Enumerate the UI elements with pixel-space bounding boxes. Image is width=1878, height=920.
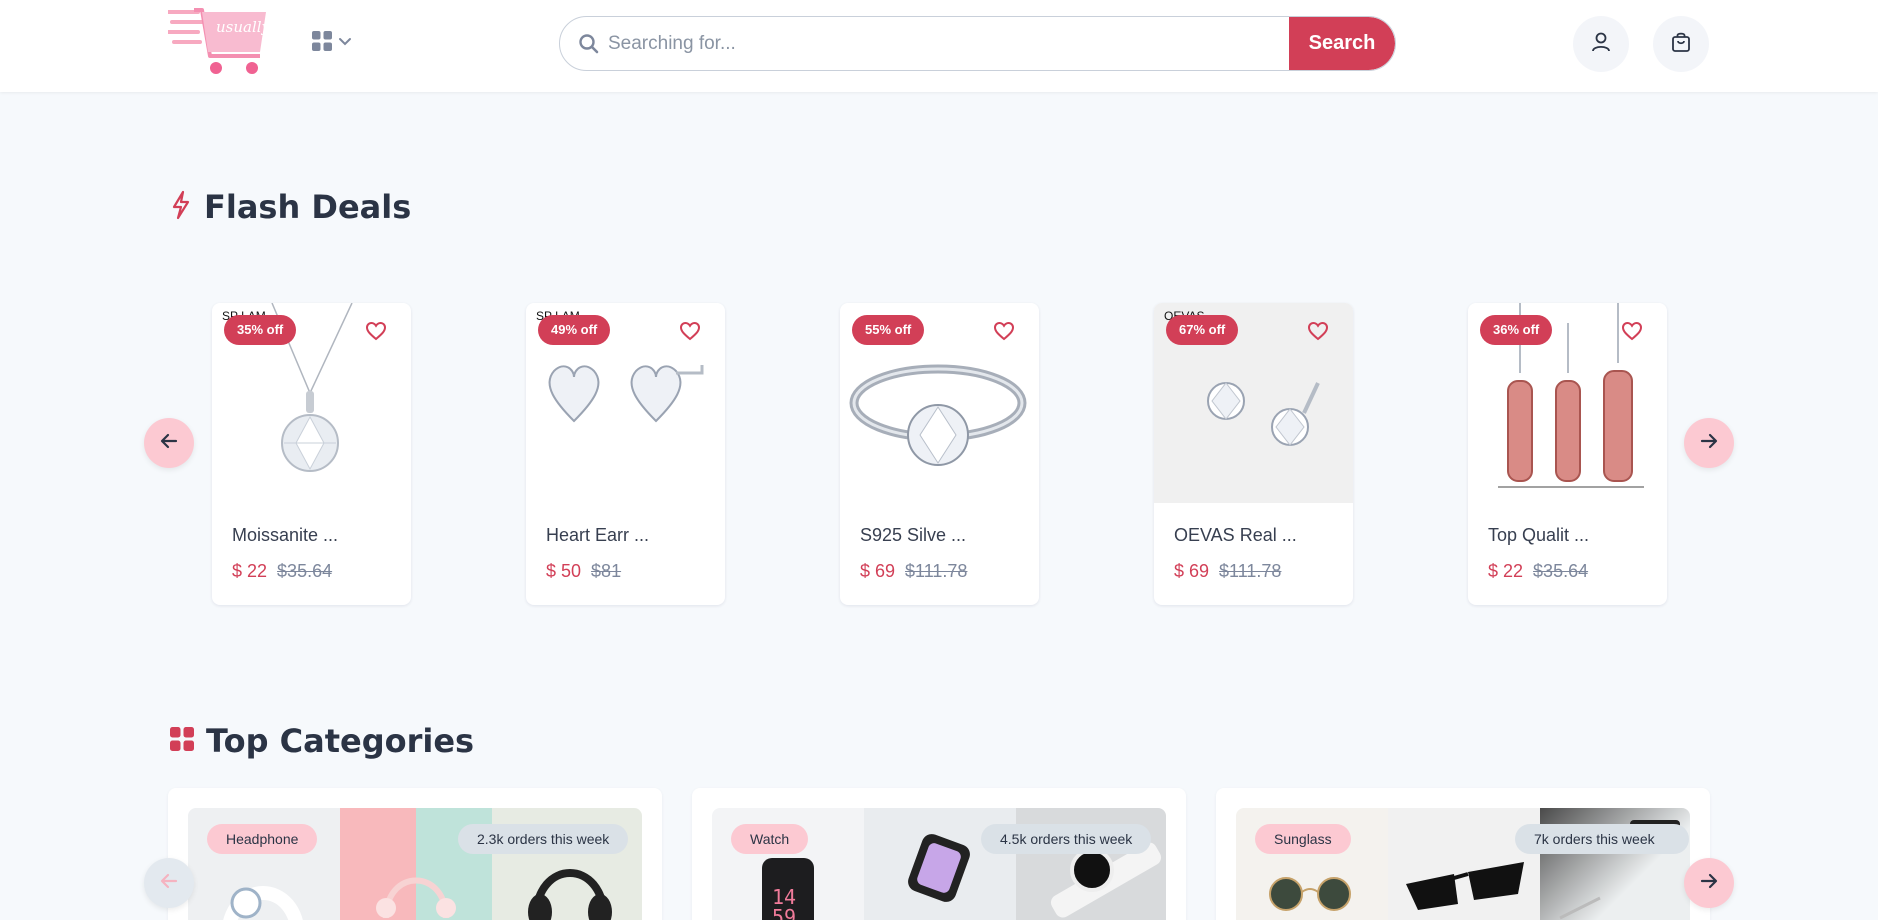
product-price: $ 22 $35.64 <box>232 561 332 582</box>
discount-badge: 55% off <box>852 315 925 345</box>
orders-this-week-chip: 2.3k orders this week <box>458 824 629 854</box>
discount-badge: 49% off <box>538 315 611 345</box>
current-price: $ 69 <box>860 561 896 581</box>
lightning-icon <box>170 190 192 225</box>
heart-icon[interactable] <box>679 321 701 346</box>
chevron-down-icon <box>338 34 352 52</box>
current-price: $ 69 <box>1174 561 1210 581</box>
category-label-chip: Headphone <box>207 824 318 854</box>
heart-icon[interactable] <box>993 321 1015 346</box>
current-price: $ 22 <box>1488 561 1524 581</box>
orders-this-week-chip: 4.5k orders this week <box>981 824 1152 854</box>
product-name[interactable]: Moissanite ... <box>232 525 338 546</box>
cart-button[interactable] <box>1653 16 1709 72</box>
arrow-right-icon <box>1699 431 1719 456</box>
site-header: usually Search <box>0 0 1878 92</box>
category-label-chip: Watch <box>731 824 809 854</box>
user-icon <box>1589 30 1613 59</box>
search-bar: Search <box>559 16 1396 71</box>
discount-badge: 36% off <box>1480 315 1553 345</box>
brand-logo[interactable]: usually <box>166 2 271 80</box>
category-card[interactable] <box>168 788 662 920</box>
product-name[interactable]: Heart Earr ... <box>546 525 649 546</box>
product-card[interactable]: SP LAM 49% off Heart Earr ... $ 50 $81 <box>526 303 725 605</box>
category-card[interactable] <box>1216 788 1710 920</box>
product-name[interactable]: S925 Silve ... <box>860 525 966 546</box>
product-name[interactable]: Top Qualit ... <box>1488 525 1589 546</box>
categories-prev-button[interactable] <box>144 858 194 908</box>
original-price: $111.78 <box>905 561 968 581</box>
shopping-bag-icon <box>1669 30 1693 59</box>
svg-text:59: 59 <box>772 905 796 920</box>
arrow-left-icon <box>159 431 179 456</box>
heart-icon[interactable] <box>1621 321 1643 346</box>
arrow-right-icon <box>1699 871 1719 896</box>
product-price: $ 22 $35.64 <box>1488 561 1588 582</box>
top-categories-title: Top Categories <box>206 722 475 760</box>
product-card[interactable]: SP LAM 35% off Moissanite ... $ 22 $35.6… <box>212 303 411 605</box>
heart-icon[interactable] <box>365 321 387 346</box>
account-button[interactable] <box>1573 16 1629 72</box>
product-price: $ 50 $81 <box>546 561 621 582</box>
original-price: $111.78 <box>1219 561 1282 581</box>
grid-icon <box>312 30 332 56</box>
logo-text: usually <box>216 18 268 36</box>
heart-icon[interactable] <box>1307 321 1329 346</box>
flash-deals-next-button[interactable] <box>1684 418 1734 468</box>
flash-deals-header: Flash Deals <box>170 188 411 226</box>
top-categories-header: Top Categories <box>170 722 474 760</box>
grid-icon <box>170 726 194 756</box>
orders-this-week-chip: 7k orders this week <box>1515 824 1689 854</box>
flash-deals-title: Flash Deals <box>204 188 412 226</box>
product-price: $ 69 $111.78 <box>1174 561 1281 582</box>
category-label-chip: Sunglass <box>1255 824 1351 854</box>
product-name[interactable]: OEVAS Real ... <box>1174 525 1297 546</box>
original-price: $35.64 <box>277 561 333 581</box>
original-price: $35.64 <box>1533 561 1589 581</box>
product-card[interactable]: OEVAS 67% off OEVAS Real ... $ 69 $111.7… <box>1154 303 1353 605</box>
search-input[interactable] <box>608 17 1238 70</box>
search-icon <box>578 33 600 60</box>
search-button[interactable]: Search <box>1289 17 1395 70</box>
categories-next-button[interactable] <box>1684 858 1734 908</box>
current-price: $ 50 <box>546 561 582 581</box>
discount-badge: 67% off <box>1166 315 1239 345</box>
product-card[interactable]: 55% off S925 Silve ... $ 69 $111.78 <box>840 303 1039 605</box>
flash-deals-prev-button[interactable] <box>144 418 194 468</box>
original-price: $81 <box>591 561 622 581</box>
product-price: $ 69 $111.78 <box>860 561 967 582</box>
category-card[interactable]: 14 59 <box>692 788 1186 920</box>
arrow-left-icon <box>159 871 179 896</box>
current-price: $ 22 <box>232 561 268 581</box>
discount-badge: 35% off <box>224 315 297 345</box>
product-card[interactable]: 36% off Top Qualit ... $ 22 $35.64 <box>1468 303 1667 605</box>
category-menu-toggle[interactable] <box>312 30 358 56</box>
category-image <box>1388 808 1540 920</box>
